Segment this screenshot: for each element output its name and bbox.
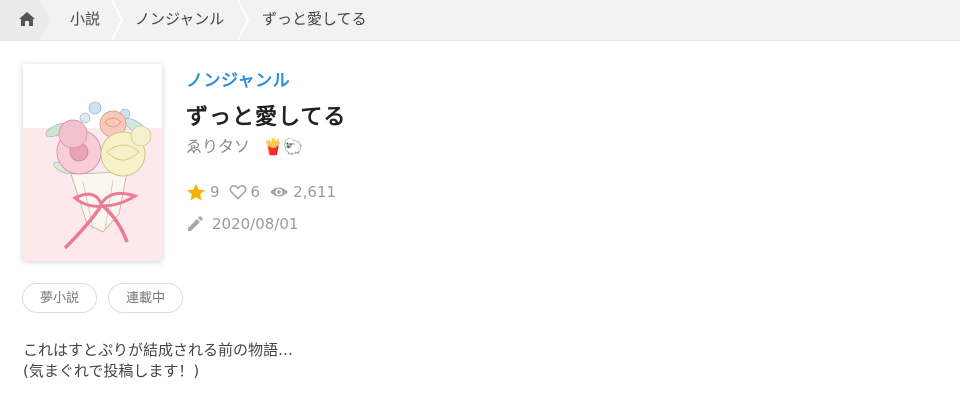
- description-line: これはすとぷりが結成される前の物語…: [23, 341, 294, 359]
- eye-icon: [270, 187, 289, 197]
- novel-stats: 9 6 2,611: [186, 181, 345, 203]
- home-icon: [19, 12, 35, 26]
- breadcrumb-home[interactable]: [0, 0, 50, 40]
- tag-list: 夢小説 連載中: [22, 283, 194, 313]
- flower-bouquet-illustration: [45, 101, 152, 250]
- author-link[interactable]: ゑりタソ 🍟🐑: [186, 133, 303, 157]
- author-emojis: 🍟🐑: [263, 137, 303, 156]
- breadcrumb-current: ずっと愛してる: [262, 10, 367, 28]
- view-count: 2,611: [293, 183, 337, 201]
- star-count: 9: [210, 183, 220, 201]
- tag-dream-novel[interactable]: 夢小説: [22, 283, 98, 313]
- cover-image[interactable]: [23, 64, 162, 261]
- date-text: 2020/08/01: [212, 215, 299, 233]
- novel-description: これはすとぷりが結成される前の物語… (気まぐれで投稿します！): [23, 340, 293, 382]
- breadcrumb-genre[interactable]: ノンジャンル: [135, 0, 224, 40]
- tag-serializing[interactable]: 連載中: [108, 283, 184, 313]
- breadcrumb-novels[interactable]: 小説: [70, 0, 100, 40]
- genre-link[interactable]: ノンジャンル: [186, 66, 290, 91]
- heart-icon: [229, 185, 247, 200]
- breadcrumb-separator: [111, 0, 123, 40]
- like-count: 6: [250, 183, 261, 201]
- author-name: ゑりタソ: [186, 137, 251, 156]
- description-line: (気まぐれで投稿します！): [23, 362, 200, 380]
- novel-title: ずっと愛してる: [186, 105, 347, 130]
- star-icon: [187, 183, 205, 201]
- pencil-icon: [188, 216, 203, 231]
- breadcrumb: 小説 ノンジャンル ずっと愛してる: [0, 0, 960, 41]
- updated-date: 2020/08/01: [186, 213, 298, 235]
- breadcrumb-separator: [237, 0, 249, 40]
